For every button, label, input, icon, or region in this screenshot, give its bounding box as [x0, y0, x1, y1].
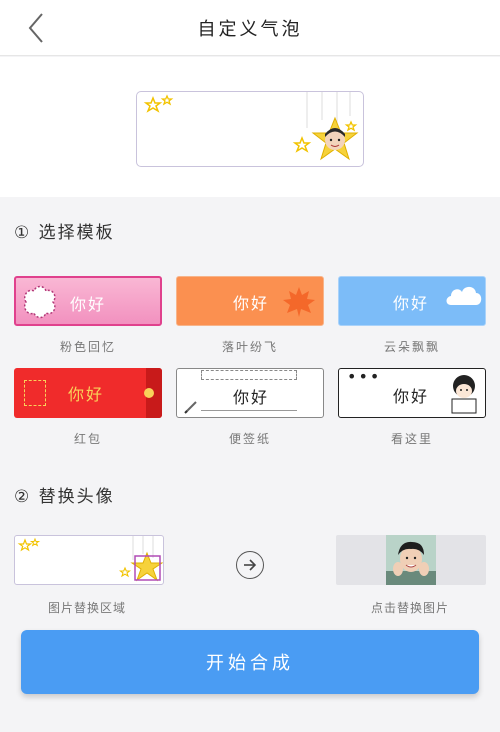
template-falling-leaves[interactable]: 你好 — [176, 276, 324, 326]
arrow-right-icon — [244, 559, 257, 571]
template-preview-text: 你好 — [393, 294, 430, 313]
replace-image-caption: 点击替换图片 — [371, 601, 450, 615]
template-preview-text: 你好 — [70, 295, 107, 314]
template-floating-clouds[interactable]: 你好 — [338, 276, 486, 326]
bubble-preview — [136, 91, 364, 167]
chevron-left-icon — [28, 13, 43, 43]
image-replace-region-caption: 图片替换区域 — [48, 601, 127, 615]
start-compose-button[interactable]: 开始合成 — [21, 630, 479, 694]
star-frame-decoration — [17, 536, 163, 582]
arrow-right-button[interactable] — [236, 551, 264, 579]
section-title-choose-template: ① 选择模板 — [14, 223, 115, 243]
template-label: 落叶纷飞 — [221, 340, 278, 354]
template-preview-text: 你好 — [68, 385, 105, 404]
dots-icon: ••• — [347, 368, 382, 386]
tape-strip — [201, 370, 297, 380]
back-button[interactable] — [22, 10, 56, 46]
template-label: 看这里 — [390, 432, 433, 446]
avatar-replace-area: 图片替换区域 点击替换图片 — [0, 521, 500, 621]
cartoon-girl-icon — [451, 375, 477, 414]
template-note-paper[interactable]: 你好 — [176, 368, 324, 418]
section-title-replace-avatar: ② 替换头像 — [14, 487, 115, 507]
pencil-icon — [184, 401, 197, 414]
page-title: 自定义气泡 — [197, 18, 303, 40]
replace-image-button[interactable] — [336, 535, 486, 585]
template-label: 粉色回忆 — [59, 340, 116, 354]
cloud-icon — [446, 286, 482, 305]
template-label: 云朵飘飘 — [383, 340, 440, 354]
template-grid: 你好 粉色回忆 你好 落叶纷飞 你好 云朵飘飘 你好 红包 你好 便签纸 •••… — [0, 258, 500, 458]
template-red-packet[interactable]: 你好 — [14, 368, 162, 418]
template-label: 便签纸 — [228, 432, 271, 446]
maple-leaf-icon — [283, 287, 315, 317]
template-label: 红包 — [73, 432, 102, 446]
bubble-preview-area — [0, 57, 500, 197]
image-replace-region — [14, 535, 164, 585]
template-pink-memory[interactable]: 你好 — [14, 276, 162, 326]
template-preview-text: 你好 — [233, 294, 270, 313]
top-nav-bar: 自定义气泡 — [0, 0, 500, 56]
coin-icon — [144, 388, 154, 398]
template-look-here[interactable]: ••• 你好 — [338, 368, 486, 418]
avatar-photo — [386, 535, 436, 585]
dashed-frame — [24, 380, 46, 406]
template-preview-text: 你好 — [393, 387, 430, 406]
frame-flower-icon — [23, 285, 56, 319]
template-preview-text: 你好 — [233, 388, 270, 407]
star-frame-decoration — [143, 92, 359, 161]
